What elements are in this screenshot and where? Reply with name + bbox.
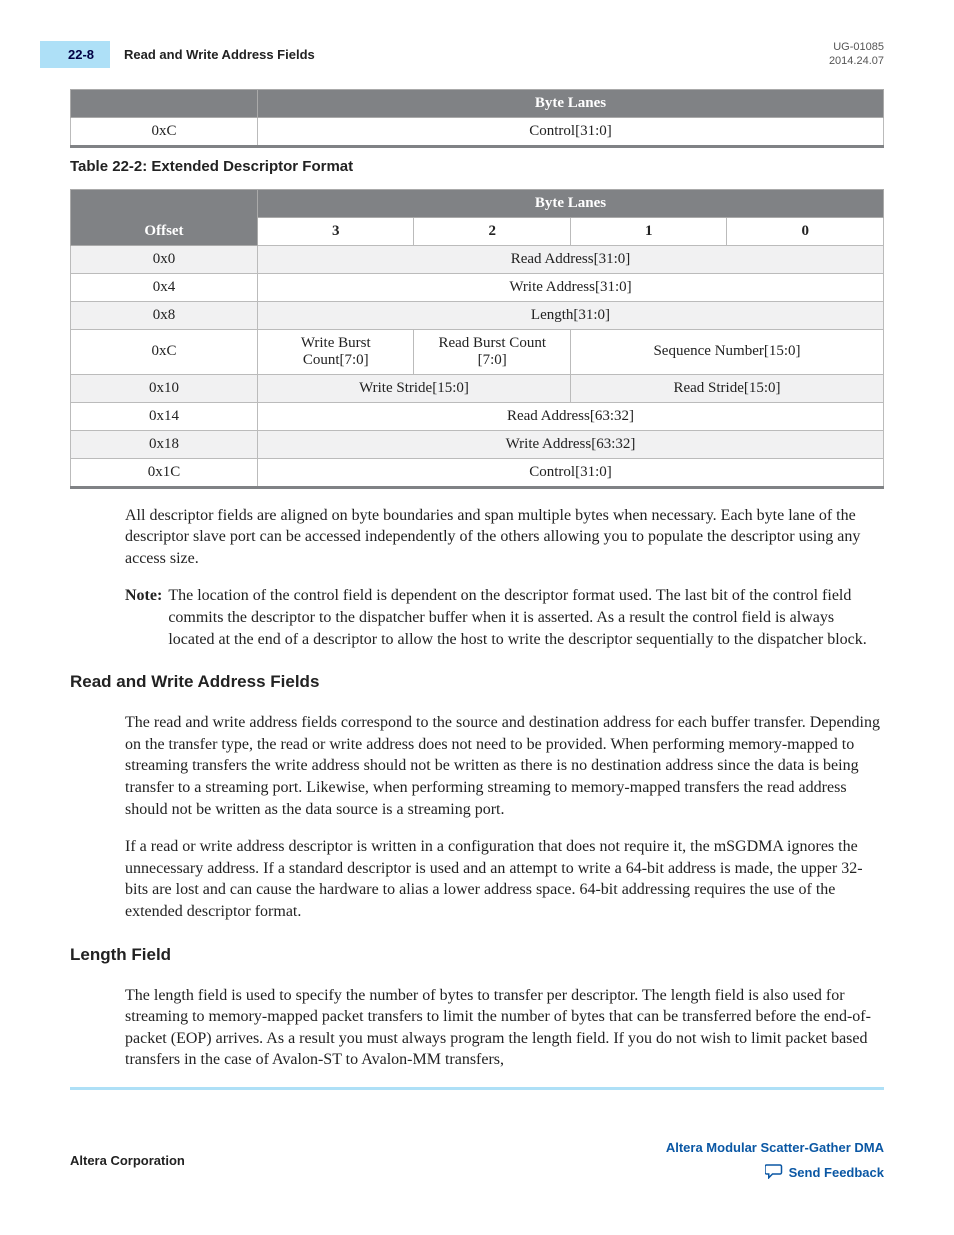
note-block: Note: The location of the control field … [125,585,884,650]
val-0x10-c32: Write Stride[15:0] [257,374,570,402]
rw-address-p2: If a read or write address descriptor is… [125,836,884,922]
offset-0xC: 0xC [71,329,258,374]
doc-id: UG-01085 [829,40,884,54]
table2-offset-header: Offset [144,223,183,239]
val-0x1C: Control[31:0] [257,458,883,487]
note-label: Note: [125,585,162,650]
val-0x10-c10: Read Stride[15:0] [570,374,883,402]
note-text: The location of the control field is dep… [168,585,884,650]
offset-0x1C: 0x1C [71,458,258,487]
header-section-title: Read and Write Address Fields [124,47,829,62]
page-header: 22-8 Read and Write Address Fields UG-01… [70,40,884,69]
offset-0x4: 0x4 [71,273,258,301]
feedback-icon [765,1163,783,1182]
table-row: 0x4 Write Address[31:0] [71,273,884,301]
table2-byte-lanes-header: Byte Lanes [257,189,883,217]
para-after-tables: All descriptor fields are aligned on byt… [125,505,884,570]
page-number-badge: 22-8 [40,41,110,68]
footer-company: Altera Corporation [70,1153,185,1168]
feedback-label: Send Feedback [789,1165,884,1180]
table2-caption: Table 22-2: Extended Descriptor Format [70,158,884,175]
length-p1: The length field is used to specify the … [125,985,884,1071]
section-head-length: Length Field [70,945,884,965]
offset-0x10: 0x10 [71,374,258,402]
table-row: 0x8 Length[31:0] [71,301,884,329]
offset-0x8: 0x8 [71,301,258,329]
section-head-rw-address: Read and Write Address Fields [70,672,884,692]
val-0x14: Read Address[63:32] [257,402,883,430]
val-0xC-c2: Read Burst Count [7:0] [414,329,571,374]
col-1: 1 [570,217,727,245]
footer-divider [70,1087,884,1090]
col-2: 2 [414,217,571,245]
offset-0x14: 0x14 [71,402,258,430]
page-footer: Altera Corporation Altera Modular Scatte… [70,1140,884,1182]
val-0x8: Length[31:0] [257,301,883,329]
val-0x18: Write Address[63:32] [257,430,883,458]
table1-value: Control[31:0] [257,117,883,146]
send-feedback-link[interactable]: Send Feedback [666,1163,884,1182]
table-control-fragment: Byte Lanes 0xC Control[31:0] [70,89,884,148]
val-0xC-c10: Sequence Number[15:0] [570,329,883,374]
val-0x0: Read Address[31:0] [257,245,883,273]
col-3: 3 [257,217,414,245]
header-doc-info: UG-01085 2014.24.07 [829,40,884,69]
offset-0x0: 0x0 [71,245,258,273]
table-row: 0x18 Write Address[63:32] [71,430,884,458]
table1-byte-lanes-header: Byte Lanes [257,89,883,117]
col-0: 0 [727,217,884,245]
table-row: 0x1C Control[31:0] [71,458,884,487]
table-extended-descriptor: Offset Byte Lanes 3 2 1 0 0x0 Read Addre… [70,189,884,489]
doc-date: 2014.24.07 [829,54,884,68]
table1-blank-header [71,89,258,117]
val-0x4: Write Address[31:0] [257,273,883,301]
table-row: 0x0 Read Address[31:0] [71,245,884,273]
offset-0x18: 0x18 [71,430,258,458]
table-row: 0xC Write Burst Count[7:0] Read Burst Co… [71,329,884,374]
val-0xC-c3: Write Burst Count[7:0] [257,329,414,374]
rw-address-p1: The read and write address fields corres… [125,712,884,820]
table1-offset: 0xC [71,117,258,146]
table-row: 0x14 Read Address[63:32] [71,402,884,430]
table-row: 0x10 Write Stride[15:0] Read Stride[15:0… [71,374,884,402]
footer-doc-title[interactable]: Altera Modular Scatter-Gather DMA [666,1140,884,1155]
